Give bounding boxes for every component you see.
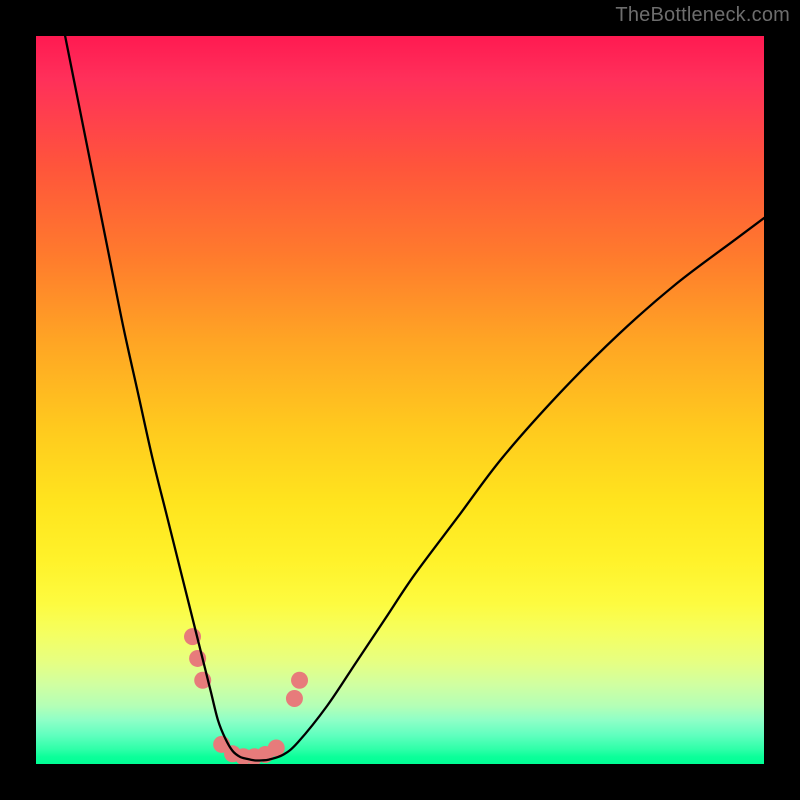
marker-dot [268, 739, 285, 756]
bottleneck-curve [65, 36, 764, 761]
marker-dot [286, 690, 303, 707]
chart-frame: TheBottleneck.com [0, 0, 800, 800]
plot-area [36, 36, 764, 764]
chart-svg [36, 36, 764, 764]
marker-dot [291, 672, 308, 689]
marker-layer [184, 628, 308, 764]
watermark-text: TheBottleneck.com [615, 4, 790, 27]
